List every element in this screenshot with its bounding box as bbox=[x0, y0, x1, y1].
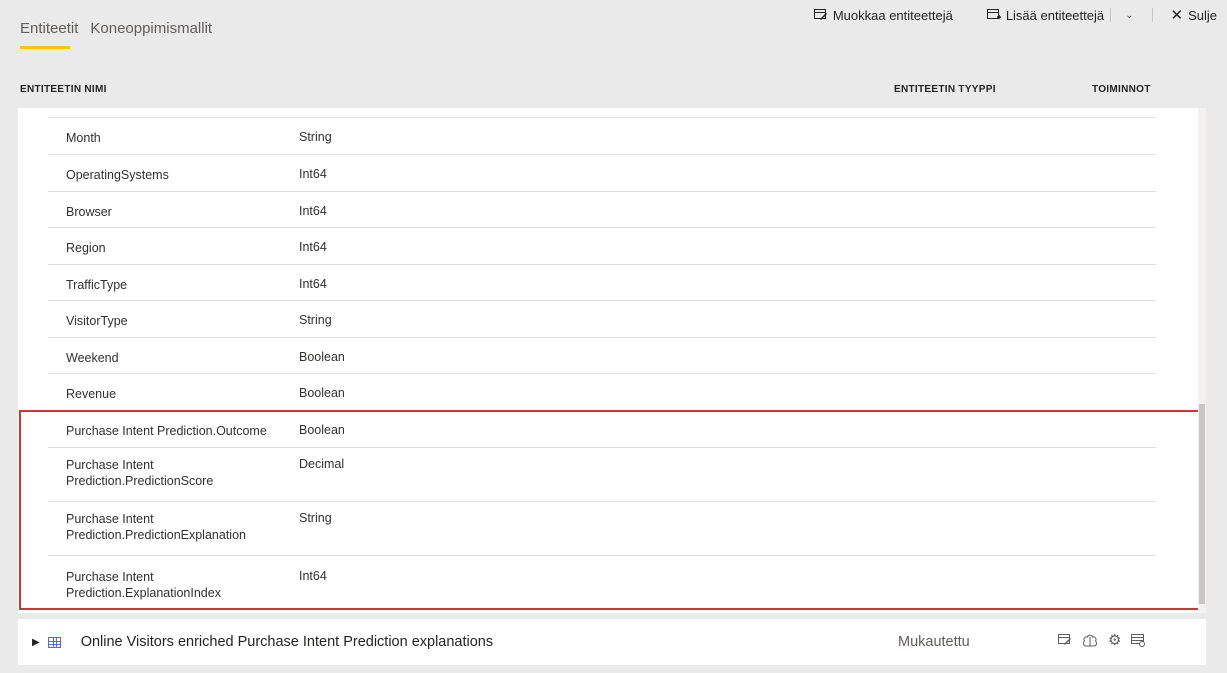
field-row: Region Int64 bbox=[48, 228, 1156, 265]
toolbar-divider bbox=[1110, 8, 1112, 22]
table-icon bbox=[47, 636, 61, 648]
field-type: Int64 bbox=[299, 240, 327, 254]
field-type: Int64 bbox=[299, 277, 327, 291]
scrollbar-track[interactable] bbox=[1198, 108, 1206, 613]
field-type: Boolean bbox=[299, 350, 345, 364]
field-row: Purchase Intent Prediction.Outcome Boole… bbox=[48, 411, 1156, 448]
scrollbar-thumb[interactable] bbox=[1199, 404, 1205, 604]
field-type: String bbox=[299, 130, 332, 144]
field-row: Purchase Intent Prediction.PredictionSco… bbox=[48, 448, 1156, 502]
field-type: String bbox=[299, 511, 332, 525]
settings-gear-icon[interactable]: ⚙ bbox=[1108, 633, 1121, 651]
close-label: Sulje bbox=[1188, 7, 1217, 23]
field-type: String bbox=[299, 313, 332, 327]
expand-caret-icon[interactable]: ▶ bbox=[32, 637, 40, 648]
field-name: Browser bbox=[66, 205, 112, 219]
tab-entities[interactable]: Entiteetit bbox=[20, 20, 78, 49]
add-entities-button[interactable]: Lisää entiteettejä bbox=[986, 7, 1105, 23]
edit-entities-icon bbox=[813, 9, 827, 20]
field-name: Weekend bbox=[66, 351, 119, 365]
edit-entities-label: Muokkaa entiteettejä bbox=[832, 7, 953, 23]
add-entities-dropdown-chevron-icon[interactable]: ⌄ bbox=[1125, 10, 1133, 21]
field-type: Int64 bbox=[299, 569, 327, 583]
field-row: VisitorType String bbox=[48, 301, 1156, 338]
entity-name: Online Visitors enriched Purchase Intent… bbox=[80, 634, 494, 650]
edit-entity-icon[interactable] bbox=[1058, 633, 1072, 651]
entity-row[interactable]: ▶ Online Visitors enriched Purchase Inte… bbox=[18, 619, 1206, 665]
field-name: Month bbox=[66, 131, 101, 145]
tab-bar: Entiteetit Koneoppimismallit bbox=[20, 20, 212, 49]
field-type: Decimal bbox=[299, 457, 345, 471]
column-header-type: ENTITEETIN TYYPPI bbox=[894, 84, 996, 95]
field-type: Int64 bbox=[299, 167, 327, 181]
field-row: Purchase Intent Prediction.ExplanationIn… bbox=[48, 556, 1156, 610]
field-row: TrafficType Int64 bbox=[48, 265, 1156, 301]
toolbar-divider bbox=[1151, 8, 1153, 22]
field-name: Purchase Intent Prediction.PredictionSco… bbox=[66, 458, 214, 488]
add-entities-label: Lisää entiteettejä bbox=[1005, 7, 1105, 23]
field-name: TrafficType bbox=[66, 278, 128, 292]
field-name: Purchase Intent Prediction.ExplanationIn… bbox=[66, 570, 221, 600]
entity-type: Mukautettu bbox=[898, 634, 970, 650]
field-name: OperatingSystems bbox=[66, 168, 169, 182]
field-row: Weekend Boolean bbox=[48, 338, 1156, 374]
close-icon: ✕ bbox=[1170, 7, 1184, 24]
field-name: Purchase Intent Prediction.Outcome bbox=[66, 424, 267, 438]
entity-actions: ⚙ bbox=[1058, 633, 1146, 651]
clipped-row bbox=[48, 108, 1156, 118]
field-name: Revenue bbox=[66, 387, 117, 401]
edit-entities-button[interactable]: Muokkaa entiteettejä bbox=[813, 7, 953, 23]
add-entities-icon bbox=[986, 9, 1001, 19]
field-row: OperatingSystems Int64 bbox=[48, 155, 1156, 192]
toolbar: Muokkaa entiteettejä Lisää entiteettejä … bbox=[813, 6, 1218, 24]
close-button[interactable]: ✕ Sulje bbox=[1171, 6, 1218, 24]
field-name: VisitorType bbox=[66, 314, 128, 328]
field-name: Region bbox=[66, 241, 106, 255]
field-row: Revenue Boolean bbox=[48, 374, 1156, 411]
field-name: Purchase Intent Prediction.PredictionExp… bbox=[66, 512, 246, 542]
tab-ml-models[interactable]: Koneoppimismallit bbox=[90, 20, 212, 49]
column-header-name: ENTITEETIN NIMI bbox=[20, 84, 107, 95]
column-header-actions: TOIMINNOT bbox=[1092, 84, 1151, 95]
field-row: Browser Int64 bbox=[48, 192, 1156, 228]
field-type: Boolean bbox=[299, 423, 345, 437]
incremental-refresh-icon[interactable] bbox=[1131, 633, 1146, 651]
entity-fields-panel[interactable]: Month String OperatingSystems Int64 Brow… bbox=[18, 108, 1206, 613]
field-type: Boolean bbox=[299, 386, 345, 400]
brain-icon[interactable] bbox=[1082, 634, 1098, 651]
field-row: Month String bbox=[48, 118, 1156, 155]
field-row: Purchase Intent Prediction.PredictionExp… bbox=[48, 502, 1156, 556]
field-type: Int64 bbox=[299, 204, 327, 218]
